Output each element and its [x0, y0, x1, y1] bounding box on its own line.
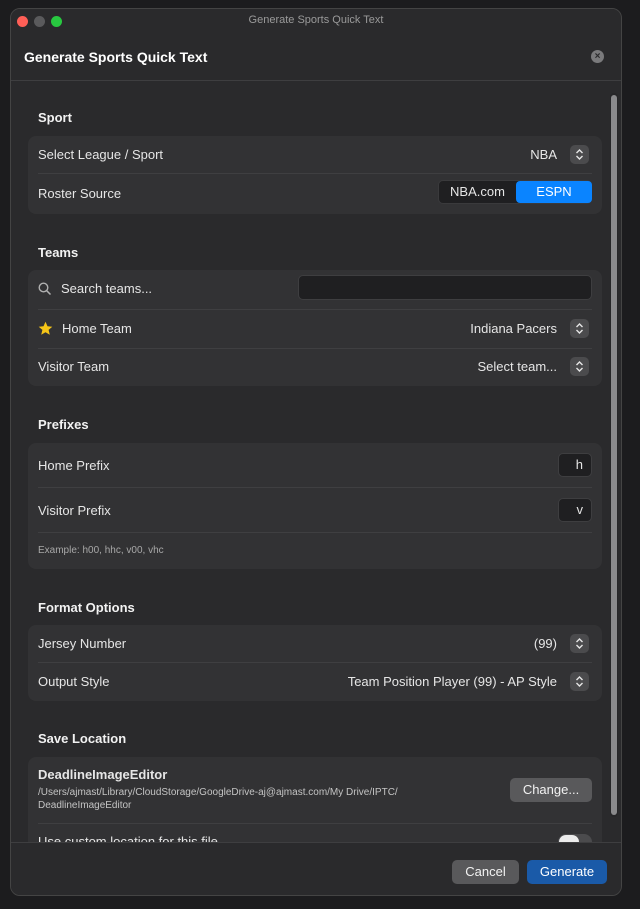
home-team-label: Home Team [62, 321, 132, 336]
visitor-team-value[interactable]: Select team... [478, 359, 557, 374]
section-title-format-options: Format Options [38, 600, 135, 615]
dialog-footer: Cancel Generate [11, 842, 621, 895]
section-title-teams: Teams [38, 245, 79, 260]
output-style-label: Output Style [38, 674, 110, 689]
visitor-team-label: Visitor Team [38, 359, 110, 374]
section-title-save-location: Save Location [38, 731, 127, 746]
output-style-row[interactable]: Output Style Team Position Player (99) -… [28, 663, 602, 701]
search-input[interactable] [298, 275, 592, 300]
teams-card: Search teams... Home Team Indiana Pacers… [28, 270, 602, 386]
visitor-team-row[interactable]: Visitor Team Select team... [28, 349, 602, 386]
jersey-label: Jersey Number [38, 636, 127, 651]
section-title-sport: Sport [38, 110, 72, 125]
home-prefix-row: Home Prefix h [28, 443, 602, 487]
sheet-title: Generate Sports Quick Text [24, 49, 208, 65]
visitor-prefix-row: Visitor Prefix v [28, 488, 602, 532]
section-title-prefixes: Prefixes [38, 417, 89, 432]
divider [38, 532, 592, 533]
home-prefix-input[interactable]: h [558, 453, 592, 477]
save-path-line-1: /Users/ajmast/Library/CloudStorage/Googl… [38, 787, 398, 798]
visitor-prefix-input[interactable]: v [558, 498, 592, 522]
toggle-knob [559, 835, 579, 842]
league-chevron-updown-icon[interactable] [570, 145, 589, 164]
home-team-value[interactable]: Indiana Pacers [470, 321, 557, 336]
home-prefix-label: Home Prefix [38, 458, 110, 473]
output-style-value[interactable]: Team Position Player (99) - AP Style [348, 674, 557, 689]
segment-espn[interactable]: ESPN [516, 181, 592, 203]
prefix-example-hint: Example: h00, hhc, v00, vhc [38, 545, 164, 556]
form-content: Sport Select League / Sport NBA Roster S… [11, 82, 621, 842]
custom-location-label: Use custom location for this file [38, 834, 218, 842]
cancel-button[interactable]: Cancel [452, 860, 519, 884]
dialog-window: Generate Sports Quick Text Generate Spor… [10, 8, 622, 896]
roster-source-segmented-control[interactable]: NBA.com ESPN [438, 180, 592, 204]
search-row: Search teams... [28, 270, 602, 309]
title-bar: Generate Sports Quick Text [11, 9, 621, 33]
format-card: Jersey Number (99) Output Style Team Pos… [28, 625, 602, 701]
save-location-card: DeadlineImageEditor /Users/ajmast/Librar… [28, 757, 602, 842]
jersey-value[interactable]: (99) [534, 636, 557, 651]
output-style-chevron-updown-icon[interactable] [570, 672, 589, 691]
league-label: Select League / Sport [38, 147, 164, 162]
custom-location-toggle[interactable] [558, 834, 592, 842]
jersey-chevron-updown-icon[interactable] [570, 634, 589, 653]
search-label: Search teams... [61, 281, 153, 296]
segment-nba-com[interactable]: NBA.com [439, 181, 516, 203]
save-folder-name: DeadlineImageEditor [38, 767, 168, 782]
home-team-row[interactable]: Home Team Indiana Pacers [28, 310, 602, 348]
prefixes-card: Home Prefix h Visitor Prefix v Example: … [28, 443, 602, 569]
league-value[interactable]: NBA [530, 147, 557, 162]
visitor-prefix-label: Visitor Prefix [38, 503, 111, 518]
roster-label: Roster Source [38, 186, 122, 201]
change-location-button[interactable]: Change... [510, 778, 592, 802]
sport-card: Select League / Sport NBA Roster Source … [28, 136, 602, 214]
vertical-scrollbar[interactable] [610, 93, 618, 817]
visitor-team-chevron-updown-icon[interactable] [570, 357, 589, 376]
star-icon [38, 321, 53, 341]
close-icon[interactable]: × [591, 50, 604, 63]
window-title: Generate Sports Quick Text [248, 14, 384, 26]
jersey-row[interactable]: Jersey Number (99) [28, 625, 602, 662]
save-path-line-2: DeadlineImageEditor [38, 800, 132, 811]
scrollbar-thumb[interactable] [611, 95, 617, 815]
home-team-chevron-updown-icon[interactable] [570, 319, 589, 338]
sheet-header: Generate Sports Quick Text × [11, 33, 621, 81]
divider [38, 823, 592, 824]
league-row[interactable]: Select League / Sport NBA [28, 136, 602, 173]
generate-button[interactable]: Generate [527, 860, 607, 884]
search-icon [38, 282, 52, 301]
